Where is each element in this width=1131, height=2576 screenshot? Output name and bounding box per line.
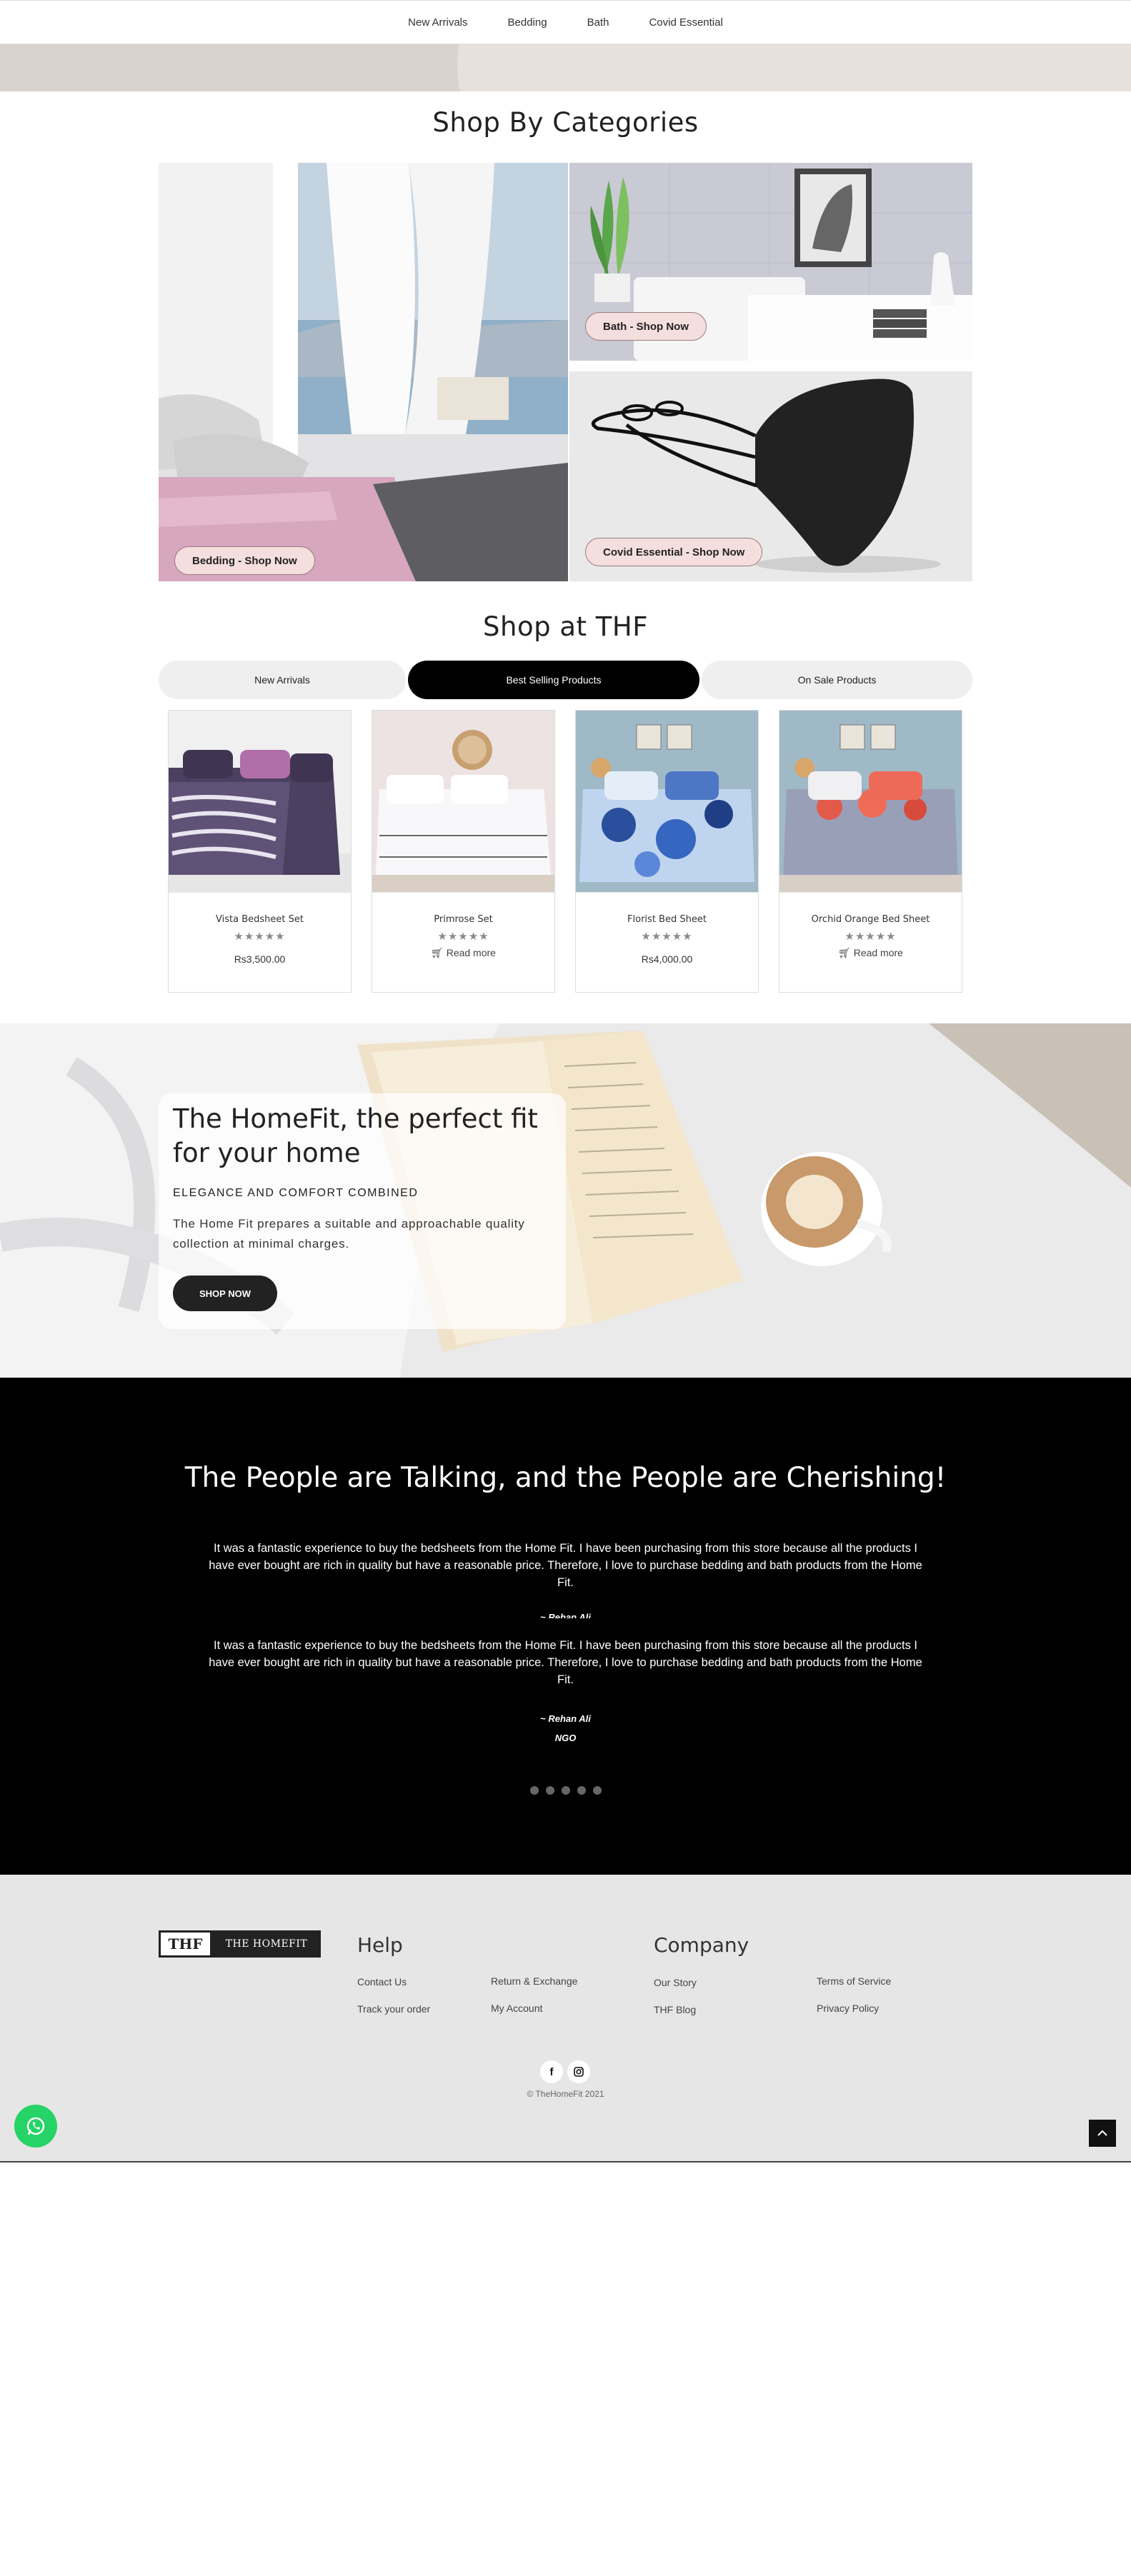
footer-link-contact[interactable]: Contact Us <box>357 1976 407 1988</box>
footer-link-blog[interactable]: THF Blog <box>654 2004 696 2015</box>
footer-logo[interactable]: THF THE HOMEFIT <box>159 1930 321 1958</box>
product-image[interactable] <box>576 711 758 893</box>
product-name[interactable]: Vista Bedsheet Set <box>169 914 351 925</box>
product-name[interactable]: Florist Bed Sheet <box>576 914 758 925</box>
cart-icon: 🛒︎ <box>431 947 447 958</box>
tab-new-arrivals[interactable]: New Arrivals <box>159 661 406 699</box>
shop-title: Shop at THF <box>483 611 648 642</box>
tab-best-selling[interactable]: Best Selling Products <box>408 661 699 699</box>
product-name[interactable]: Orchid Orange Bed Sheet <box>779 914 962 925</box>
carousel-dots <box>0 1786 1131 1795</box>
logo-text: THE HOMEFIT <box>225 1938 308 1950</box>
hero-strip <box>0 44 1131 91</box>
footer-company-title: Company <box>654 1933 749 1957</box>
footer-link-track-order[interactable]: Track your order <box>357 2003 430 2015</box>
page: New Arrivals Bedding Bath Covid Essentia… <box>0 0 1131 2576</box>
product-image[interactable] <box>779 711 962 893</box>
rating-stars: ★★★★★ <box>234 931 286 943</box>
product-price: Rs3,500.00 <box>234 953 286 965</box>
tab-on-sale[interactable]: On Sale Products <box>702 661 972 699</box>
product-image[interactable] <box>169 711 351 893</box>
category-bath-label[interactable]: Bath - Shop Now <box>585 312 707 341</box>
banner-subtitle: ELEGANCE AND COMFORT COMBINED <box>173 1187 419 1199</box>
whatsapp-button[interactable] <box>14 2105 57 2147</box>
product-name[interactable]: Primrose Set <box>372 914 554 925</box>
chevron-up-icon <box>1097 2130 1107 2136</box>
footer-link-return[interactable]: Return & Exchange <box>491 1975 577 1987</box>
category-bath[interactable]: Bath - Shop Now <box>569 163 972 361</box>
testimonial-author: ~ Rehan Ali <box>540 1713 591 1724</box>
shop-now-button[interactable]: SHOP NOW <box>173 1276 277 1311</box>
footer-help-title: Help <box>357 1933 403 1957</box>
footer-link-privacy[interactable]: Privacy Policy <box>817 2003 879 2014</box>
nav-bath[interactable]: Bath <box>587 16 609 29</box>
testimonials-title: The People are Talking, and the People a… <box>184 1462 947 1494</box>
testimonial-org: NGO <box>554 1733 577 1743</box>
product-card[interactable]: Orchid Orange Bed Sheet ★★★★★ 🛒︎ Read mo… <box>779 710 962 993</box>
footer-link-terms[interactable]: Terms of Service <box>817 1975 891 1987</box>
instagram-icon[interactable] <box>567 2060 590 2083</box>
product-card[interactable]: Florist Bed Sheet ★★★★★ Rs4,000.00 <box>575 710 759 993</box>
carousel-dot[interactable] <box>545 1786 554 1795</box>
testimonial-quote: It was a fantastic experience to buy the… <box>209 1639 922 1686</box>
category-covid-label[interactable]: Covid Essential - Shop Now <box>585 538 763 566</box>
read-more-link[interactable]: 🛒︎ Read more <box>779 947 962 959</box>
read-more-label: Read more <box>446 947 496 958</box>
top-nav: New Arrivals Bedding Bath Covid Essentia… <box>0 0 1131 44</box>
testimonial-author: ~ Rehan Ali <box>540 1612 591 1618</box>
read-more-label: Read more <box>853 947 903 958</box>
banner-text: The Home Fit prepares a suitable and app… <box>173 1217 525 1251</box>
footer: THF THE HOMEFIT Help Contact Us Track yo… <box>0 1875 1131 2162</box>
carousel-dot[interactable] <box>577 1786 586 1795</box>
banner-title: The HomeFit, the perfect fit for your ho… <box>173 1103 538 1168</box>
nav-new-arrivals[interactable]: New Arrivals <box>408 16 467 29</box>
bedding-image <box>159 163 568 581</box>
product-image[interactable] <box>372 711 554 893</box>
carousel-dot[interactable] <box>529 1786 539 1795</box>
testimonial-quote: It was a fantastic experience to buy the… <box>209 1542 922 1589</box>
facebook-icon[interactable]: f <box>540 2060 563 2083</box>
rating-stars: ★★★★★ <box>641 931 693 943</box>
footer-link-account[interactable]: My Account <box>491 2003 542 2014</box>
category-bedding[interactable]: Bedding - Shop Now <box>159 163 568 581</box>
nav-bedding[interactable]: Bedding <box>508 16 547 29</box>
category-bedding-label[interactable]: Bedding - Shop Now <box>174 546 315 575</box>
product-card[interactable]: Primrose Set ★★★★★ 🛒︎ Read more <box>372 710 555 993</box>
category-covid[interactable]: Covid Essential - Shop Now <box>569 371 972 581</box>
rating-stars: ★★★★★ <box>437 931 489 943</box>
rating-stars: ★★★★★ <box>844 931 897 943</box>
nav-covid-essential[interactable]: Covid Essential <box>649 16 722 29</box>
testimonials-section: The People are Talking, and the People a… <box>0 1378 1131 1875</box>
carousel-dot[interactable] <box>561 1786 570 1795</box>
back-to-top-button[interactable] <box>1089 2120 1116 2147</box>
product-card[interactable]: Vista Bedsheet Set ★★★★★ Rs3,500.00 <box>168 710 352 993</box>
read-more-link[interactable]: 🛒︎ Read more <box>372 947 554 959</box>
carousel-dot[interactable] <box>592 1786 602 1795</box>
categories-title: Shop By Categories <box>432 107 699 138</box>
product-price: Rs4,000.00 <box>641 953 693 965</box>
whatsapp-icon <box>26 2117 45 2135</box>
cart-icon: 🛒︎ <box>838 947 854 958</box>
logo-mark: THF <box>160 1932 211 1956</box>
copyright: © TheHomeFit 2021 <box>527 2089 604 2099</box>
footer-link-story[interactable]: Our Story <box>654 1977 697 1988</box>
